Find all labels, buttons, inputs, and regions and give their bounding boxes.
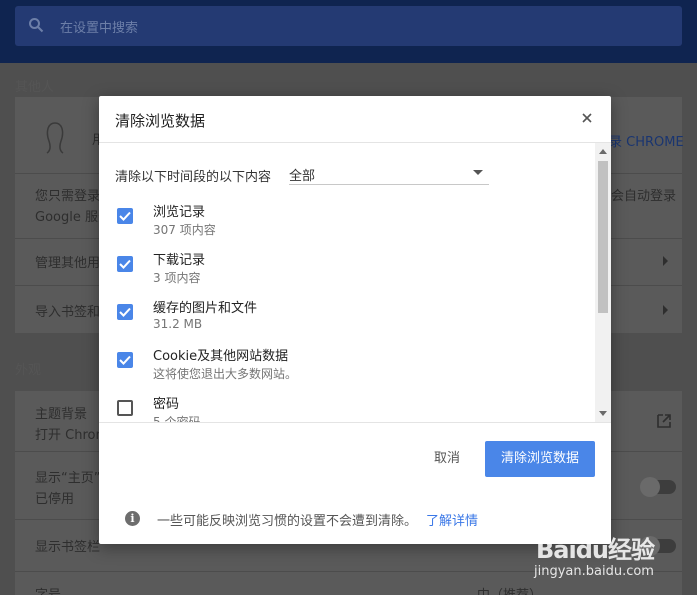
item-label: 缓存的图片和文件 — [153, 301, 258, 316]
divider — [99, 422, 611, 423]
item-sub: 这将使您退出大多数网站。 — [153, 367, 298, 381]
scrollbar[interactable] — [595, 143, 611, 422]
external-link-icon[interactable] — [657, 414, 671, 428]
appearance-section-title: 外观 — [15, 363, 42, 378]
scroll-thumb[interactable] — [598, 161, 608, 313]
watermark-url: jingyan.baidu.com — [534, 564, 654, 579]
cancel-button[interactable]: 取消 — [420, 441, 474, 477]
home-button-sub: 已停用 — [35, 492, 75, 507]
clear-data-button[interactable]: 清除浏览数据 — [485, 441, 595, 477]
import-bookmarks[interactable]: 导入书签和 — [35, 301, 100, 320]
checkbox-passwords[interactable] — [117, 400, 133, 416]
scroll-down-arrow-icon[interactable] — [599, 411, 607, 416]
font-size-label: 字号 — [35, 584, 61, 595]
chevron-right-icon[interactable] — [661, 305, 669, 315]
list-item[interactable]: 密码 5 个密码 — [99, 391, 595, 422]
search-icon — [29, 18, 44, 33]
checkbox-cookies[interactable] — [117, 352, 133, 368]
dialog-title: 清除浏览数据 — [115, 112, 206, 130]
font-size-select[interactable]: 中（推荐） — [477, 584, 542, 595]
item-label: 下载记录 — [153, 253, 206, 268]
theme-sub: 打开 Chrom — [35, 428, 109, 443]
sign-in-description: 您只需登录 — [35, 189, 101, 204]
item-sub: 5 个密码 — [153, 415, 201, 422]
item-sub: 307 项内容 — [153, 223, 216, 237]
list-item[interactable]: 下载记录 3 项内容 — [99, 247, 595, 293]
item-sub: 3 项内容 — [153, 271, 201, 285]
sign-in-chrome-link[interactable]: 录 CHROME — [609, 131, 684, 150]
search-input[interactable]: 在设置中搜索 — [60, 17, 138, 36]
theme-label: 主题背景 — [35, 407, 88, 422]
item-label: 密码 — [153, 397, 180, 412]
avatar — [46, 122, 64, 154]
dropdown-arrow-icon — [473, 170, 483, 175]
checkbox-cached-images[interactable] — [117, 304, 133, 320]
time-range-select[interactable]: 全部 — [289, 159, 489, 185]
list-item[interactable]: 缓存的图片和文件 31.2 MB — [99, 295, 595, 341]
item-sub: 31.2 MB — [153, 317, 203, 331]
info-icon: i — [125, 511, 140, 526]
bookmarks-bar-label: 显示书签栏 — [35, 540, 101, 555]
close-icon[interactable] — [581, 112, 593, 124]
learn-more-link[interactable]: 了解详情 — [426, 510, 478, 529]
item-label: Cookie及其他网站数据 — [153, 349, 289, 364]
chevron-right-icon[interactable] — [661, 256, 669, 266]
clear-browsing-data-dialog: 清除浏览数据 清除以下时间段的以下内容 全部 浏览记录 307 项内容 下载记录… — [99, 96, 611, 544]
info-text: 一些可能反映浏览习惯的设置不会遭到清除。 — [157, 514, 418, 529]
item-label: 浏览记录 — [153, 205, 206, 220]
list-item[interactable]: Cookie及其他网站数据 这将使您退出大多数网站。 — [99, 343, 595, 389]
baidu-jingyan-watermark: Baidu经验 jingyan.baidu.com — [534, 528, 684, 588]
people-section-title: 其他人 — [15, 80, 55, 95]
checkbox-download-history[interactable] — [117, 256, 133, 272]
search-box[interactable]: 在设置中搜索 — [15, 6, 682, 46]
time-range-label: 清除以下时间段的以下内容 — [115, 170, 272, 185]
home-button-toggle[interactable] — [640, 477, 676, 497]
watermark-logo: Baidu经验 — [536, 536, 655, 564]
manage-other-people[interactable]: 管理其他用 — [35, 252, 100, 271]
scroll-up-arrow-icon[interactable] — [599, 149, 607, 154]
checkbox-browsing-history[interactable] — [117, 208, 133, 224]
time-range-value: 全部 — [289, 169, 316, 184]
list-item[interactable]: 浏览记录 307 项内容 — [99, 199, 595, 245]
sign-in-description-suffix: 会自动登录 — [611, 189, 677, 204]
settings-header: 在设置中搜索 — [0, 0, 697, 63]
dialog-scroll-area[interactable]: 清除以下时间段的以下内容 全部 浏览记录 307 项内容 下载记录 3 项内容 … — [99, 143, 611, 422]
